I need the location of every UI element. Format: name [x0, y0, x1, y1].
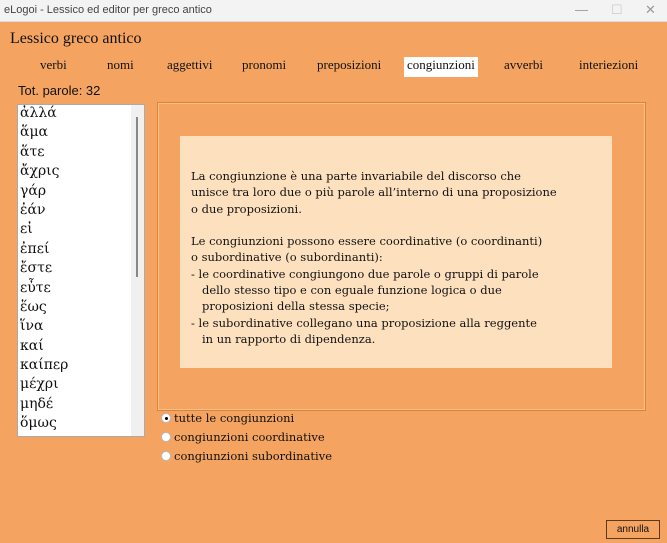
tab-pronomi[interactable]: pronomi: [239, 57, 289, 77]
list-item[interactable]: ἵνα: [18, 318, 144, 337]
list-item[interactable]: καίπερ: [18, 357, 144, 376]
list-item[interactable]: μηδέ: [18, 396, 144, 415]
minimize-button[interactable]: —: [575, 2, 588, 17]
scrollbar-thumb[interactable]: [136, 117, 138, 277]
tab-congiunzioni[interactable]: congiunzioni: [404, 57, 478, 77]
list-item[interactable]: εὖτε: [18, 280, 144, 299]
tab-verbi[interactable]: verbi: [37, 57, 70, 77]
radio-button-icon[interactable]: [161, 432, 171, 442]
list-item[interactable]: ἅμα: [18, 124, 144, 143]
list-item[interactable]: καί: [18, 338, 144, 357]
window-title: eLogoi - Lessico ed editor per greco ant…: [4, 4, 212, 16]
filter-radio[interactable]: tutte le congiunzioni: [161, 411, 294, 425]
tab-nomi[interactable]: nomi: [104, 57, 137, 77]
app-title: Lessico greco antico: [10, 30, 142, 47]
list-item[interactable]: εἰ: [18, 221, 144, 240]
tab-interiezioni[interactable]: interiezioni: [576, 57, 641, 77]
list-item[interactable]: ὅμως: [18, 415, 144, 434]
maximize-button[interactable]: ☐: [611, 2, 623, 18]
list-item[interactable]: γάρ: [18, 183, 144, 202]
list-item[interactable]: ἐπεί: [18, 241, 144, 260]
list-item[interactable]: ἀλλά: [18, 105, 144, 124]
scrollbar[interactable]: [131, 105, 144, 436]
tab-preposizioni[interactable]: preposizioni: [314, 57, 384, 77]
list-item[interactable]: ἐάν: [18, 202, 144, 221]
word-count: Tot. parole: 32: [18, 83, 101, 98]
radio-label: congiunzioni subordinative: [174, 449, 333, 463]
radio-label: congiunzioni coordinative: [174, 430, 325, 444]
radio-button-icon[interactable]: [161, 451, 171, 461]
tab-avverbi[interactable]: avverbi: [501, 57, 546, 77]
list-item[interactable]: ἔστε: [18, 260, 144, 279]
list-item[interactable]: ἕως: [18, 299, 144, 318]
description-text: La congiunzione è una parte invariabile …: [180, 136, 612, 368]
list-item[interactable]: ἄχρις: [18, 163, 144, 182]
filter-radio[interactable]: congiunzioni coordinative: [161, 430, 325, 444]
title-bar: eLogoi - Lessico ed editor per greco ant…: [0, 0, 667, 22]
tab-aggettivi[interactable]: aggettivi: [164, 57, 216, 77]
radio-label: tutte le congiunzioni: [174, 411, 295, 425]
cancel-button[interactable]: annulla: [606, 520, 660, 539]
word-list[interactable]: ἀλλά ἅμα ἅτε ἄχρις γάρ ἐάν εἰ ἐπεί ἔστε εὖτε ἕως ἵν…: [17, 104, 145, 437]
list-item[interactable]: μέχρι: [18, 376, 144, 395]
filter-radio[interactable]: congiunzioni subordinative: [161, 449, 332, 463]
close-button[interactable]: ✕: [645, 2, 656, 18]
radio-button-icon[interactable]: [161, 413, 171, 423]
list-item[interactable]: ἅτε: [18, 144, 144, 163]
